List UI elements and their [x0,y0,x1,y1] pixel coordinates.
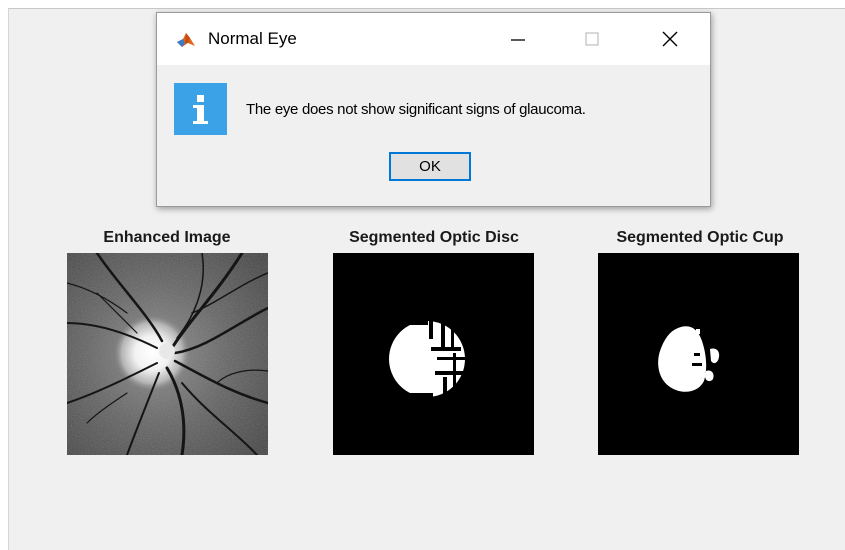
maximize-button[interactable] [569,13,615,65]
close-button[interactable] [647,13,693,65]
optic-cup-mask-image [598,253,799,455]
dialog-titlebar[interactable]: Normal Eye [157,13,710,65]
minimize-button[interactable] [495,13,541,65]
close-icon [662,31,678,47]
enhanced-image [67,253,268,455]
message-dialog: Normal Eye The eye does not show signifi… [156,12,711,207]
info-icon [174,83,227,135]
panel-title-optic-cup: Segmented Optic Cup [616,229,784,246]
panel-title-enhanced-image: Enhanced Image [103,229,231,246]
dialog-title: Normal Eye [208,29,297,48]
maximize-icon [585,32,599,46]
optic-disc-mask-image [333,253,534,455]
panel-title-optic-disc: Segmented Optic Disc [349,229,519,246]
ok-button[interactable]: OK [389,152,471,181]
dialog-message: The eye does not show significant signs … [246,101,586,118]
matlab-logo-icon [176,30,196,50]
minimize-icon [511,39,525,41]
